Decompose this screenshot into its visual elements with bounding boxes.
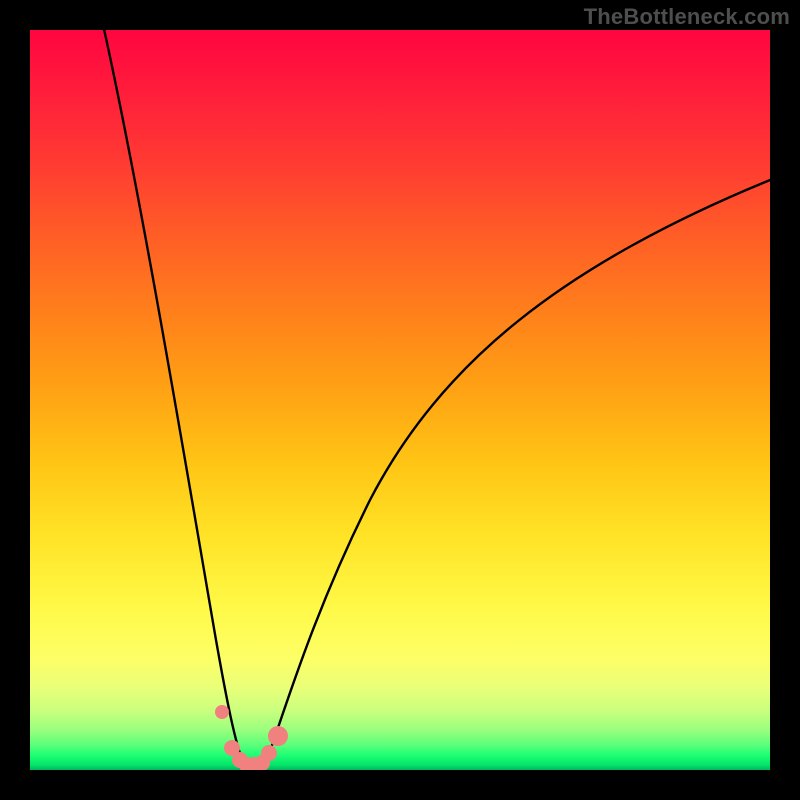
marker-dot bbox=[261, 745, 277, 761]
bottleneck-curve bbox=[102, 30, 770, 765]
curve-left-branch bbox=[102, 30, 243, 762]
marker-dot bbox=[215, 705, 229, 719]
watermark-text: TheBottleneck.com bbox=[584, 4, 790, 30]
plot-area bbox=[30, 30, 770, 770]
curve-right-branch bbox=[266, 178, 770, 762]
marker-dot bbox=[268, 726, 288, 746]
trough-markers bbox=[215, 705, 288, 770]
chart-svg bbox=[30, 30, 770, 770]
chart-frame: TheBottleneck.com bbox=[0, 0, 800, 800]
